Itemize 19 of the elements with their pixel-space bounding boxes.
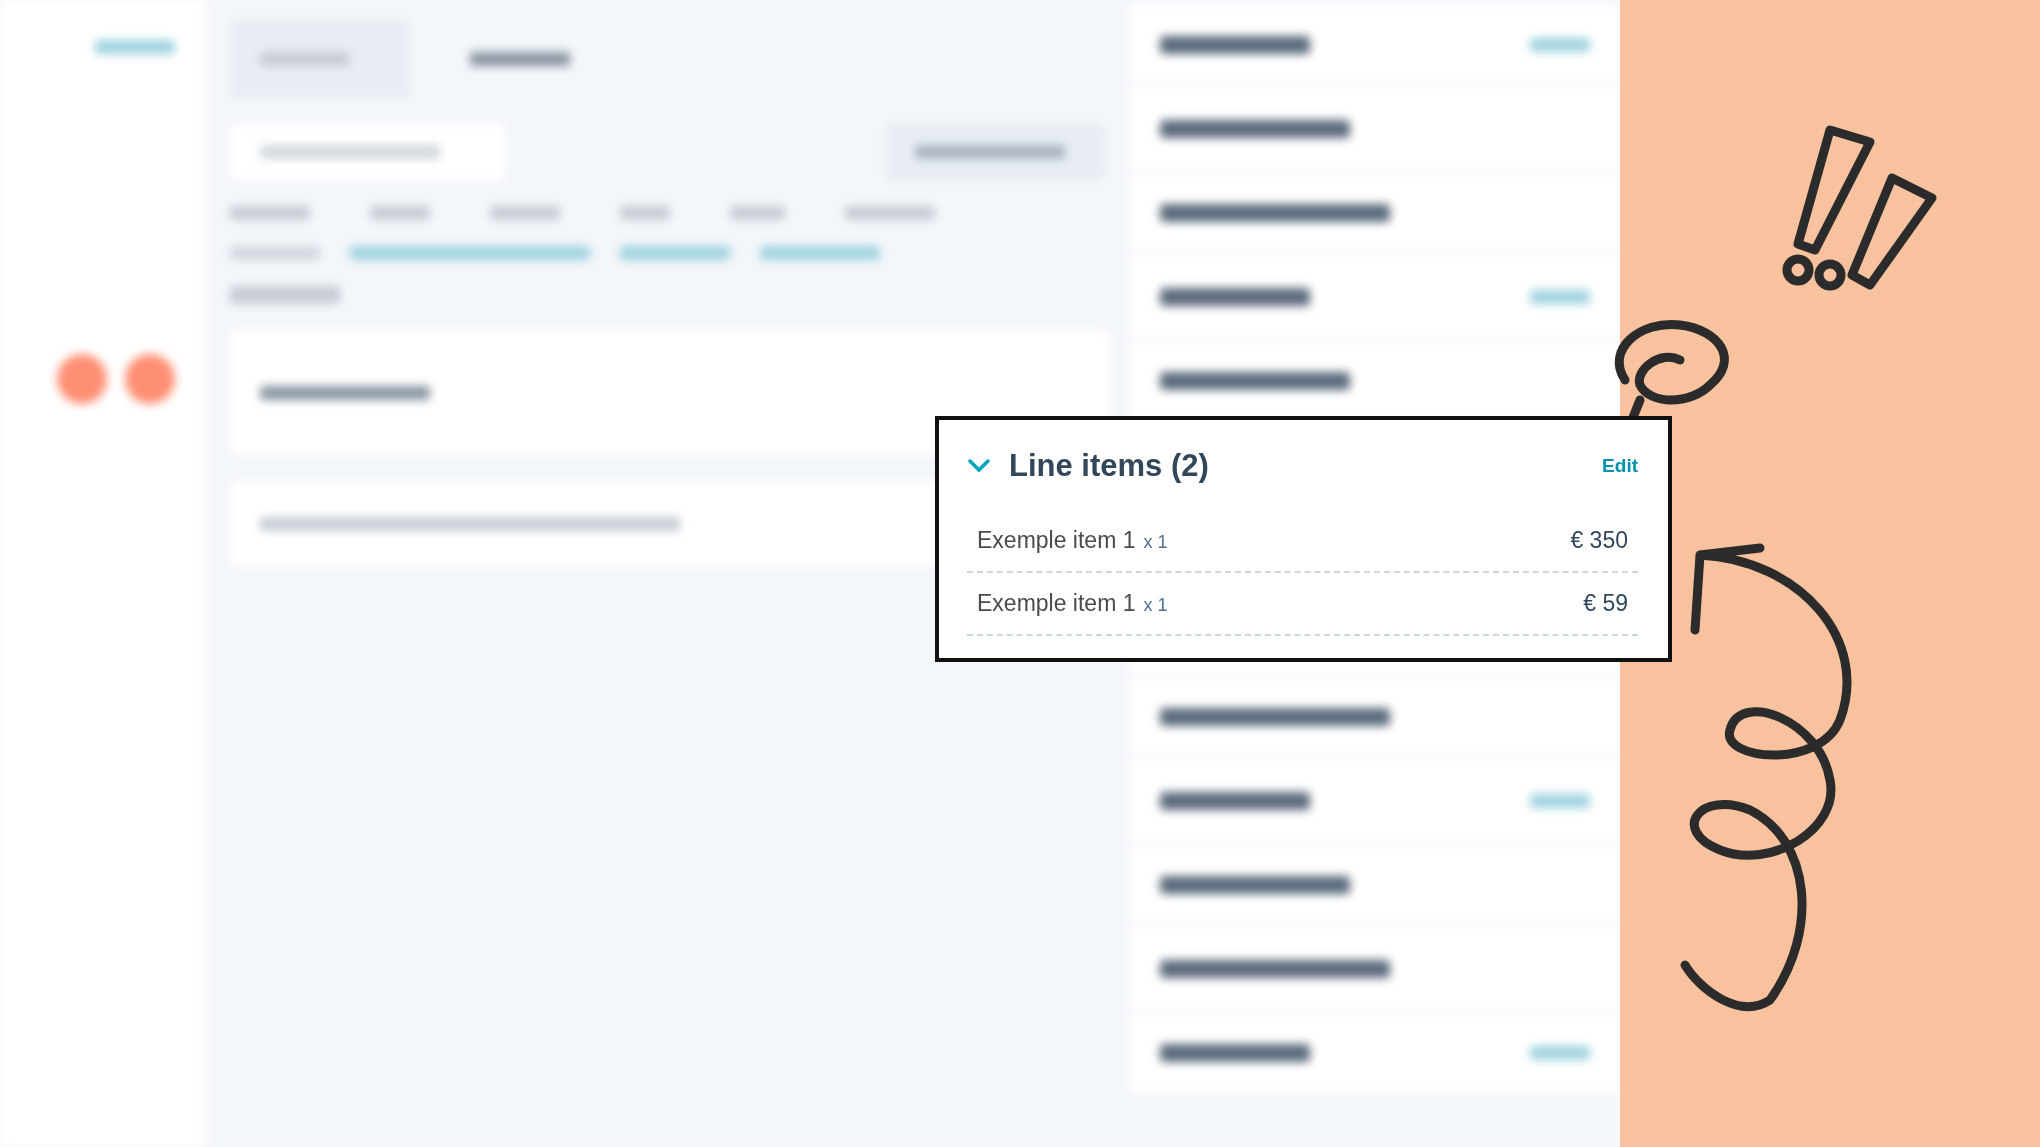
chevron-icon[interactable]: [967, 458, 991, 474]
blurred-text: [370, 206, 430, 220]
action-icon: [125, 354, 175, 404]
blurred-text: [1530, 794, 1590, 808]
item-name: Exemple item 1: [977, 590, 1136, 617]
blurred-text: [1530, 38, 1590, 52]
blurred-text: [1530, 290, 1590, 304]
action-icon: [57, 354, 107, 404]
edit-link[interactable]: Edit: [1602, 455, 1638, 477]
blurred-text: [1530, 1046, 1590, 1060]
item-quantity: x 1: [1143, 595, 1168, 616]
card-title: Line items (2): [1009, 448, 1209, 484]
blurred-text: [730, 206, 785, 220]
blurred-text: [490, 206, 560, 220]
item-name: Exemple item 1: [977, 527, 1136, 554]
blurred-text: [620, 206, 670, 220]
item-price: € 59: [1583, 590, 1628, 617]
item-quantity: x 1: [1143, 532, 1168, 553]
item-price: € 350: [1570, 527, 1628, 554]
